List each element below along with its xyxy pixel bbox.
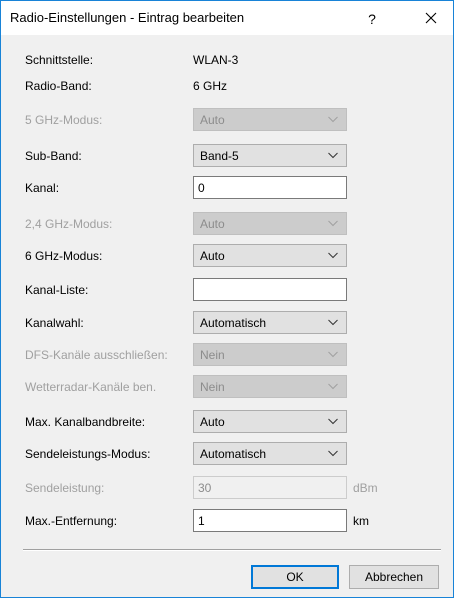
chevron-down-icon [328, 450, 338, 457]
chevron-down-icon [328, 418, 338, 425]
kanalwahl-label: Kanalwahl: [25, 316, 84, 330]
kanal-liste-field[interactable] [193, 278, 347, 301]
kanal-input[interactable] [198, 180, 338, 195]
modus-24ghz-select: Auto [193, 212, 347, 235]
sub-band-select[interactable]: Band-5 [193, 144, 347, 167]
max-entfernung-field[interactable] [193, 509, 347, 532]
chevron-down-icon [328, 319, 338, 326]
sendeleistung-unit: dBm [353, 481, 378, 495]
sendeleistung-field [193, 476, 347, 499]
dfs-ausschliessen-value: Nein [200, 348, 225, 362]
chevron-down-icon [328, 152, 338, 159]
close-button[interactable] [417, 7, 447, 31]
button-separator [23, 549, 441, 551]
sub-band-value: Band-5 [200, 149, 239, 163]
kanal-field[interactable] [193, 176, 347, 199]
close-icon [425, 12, 437, 24]
dialog-body: Schnittstelle: WLAN-3 Radio-Band: 6 GHz … [1, 35, 453, 597]
chevron-down-icon [328, 351, 338, 358]
max-entfernung-input[interactable] [198, 513, 338, 528]
wetterradar-label: Wetterradar-Kanäle ben. [25, 380, 157, 394]
max-entfernung-unit: km [353, 514, 369, 528]
max-bandbreite-value: Auto [200, 415, 225, 429]
modus-5ghz-select: Auto [193, 108, 347, 131]
wetterradar-value: Nein [200, 380, 225, 394]
radio-band-value: 6 GHz [193, 79, 228, 93]
kanal-liste-input[interactable] [198, 282, 338, 297]
max-bandbreite-select[interactable]: Auto [193, 410, 347, 433]
schnittstelle-label: Schnittstelle: [25, 53, 94, 67]
kanal-liste-label: Kanal-Liste: [25, 283, 89, 297]
ok-button[interactable]: OK [251, 565, 339, 589]
sub-band-label: Sub-Band: [25, 149, 82, 163]
sendeleistungs-modus-select[interactable]: Automatisch [193, 442, 347, 465]
radio-band-label: Radio-Band: [25, 79, 92, 93]
modus-24ghz-value: Auto [200, 217, 225, 231]
modus-6ghz-select[interactable]: Auto [193, 244, 347, 267]
modus-5ghz-label: 5 GHz-Modus: [25, 113, 103, 127]
kanal-label: Kanal: [25, 181, 60, 195]
chevron-down-icon [328, 252, 338, 259]
sendeleistungs-modus-label: Sendeleistungs-Modus: [25, 447, 151, 461]
max-bandbreite-label: Max. Kanalbandbreite: [25, 415, 146, 429]
modus-5ghz-value: Auto [200, 113, 225, 127]
kanalwahl-value: Automatisch [200, 316, 267, 330]
cancel-button[interactable]: Abbrechen [349, 565, 439, 589]
sendeleistung-input [198, 480, 338, 495]
edit-entry-dialog: Radio-Einstellungen - Eintrag bearbeiten… [0, 0, 454, 598]
sendeleistungs-modus-value: Automatisch [200, 447, 267, 461]
schnittstelle-value: WLAN-3 [193, 53, 239, 67]
modus-6ghz-value: Auto [200, 249, 225, 263]
window-title: Radio-Einstellungen - Eintrag bearbeiten [10, 10, 245, 25]
modus-24ghz-label: 2,4 GHz-Modus: [25, 217, 113, 231]
sendeleistung-label: Sendeleistung: [25, 481, 105, 495]
dfs-ausschliessen-select: Nein [193, 343, 347, 366]
max-entfernung-label: Max.-Entfernung: [25, 514, 118, 528]
chevron-down-icon [328, 220, 338, 227]
modus-6ghz-label: 6 GHz-Modus: [25, 249, 103, 263]
dfs-ausschliessen-label: DFS-Kanäle ausschließen: [25, 348, 168, 362]
kanalwahl-select[interactable]: Automatisch [193, 311, 347, 334]
help-button[interactable]: ? [357, 7, 387, 31]
chevron-down-icon [328, 116, 338, 123]
chevron-down-icon [328, 383, 338, 390]
wetterradar-select: Nein [193, 375, 347, 398]
title-bar: Radio-Einstellungen - Eintrag bearbeiten… [1, 1, 453, 35]
